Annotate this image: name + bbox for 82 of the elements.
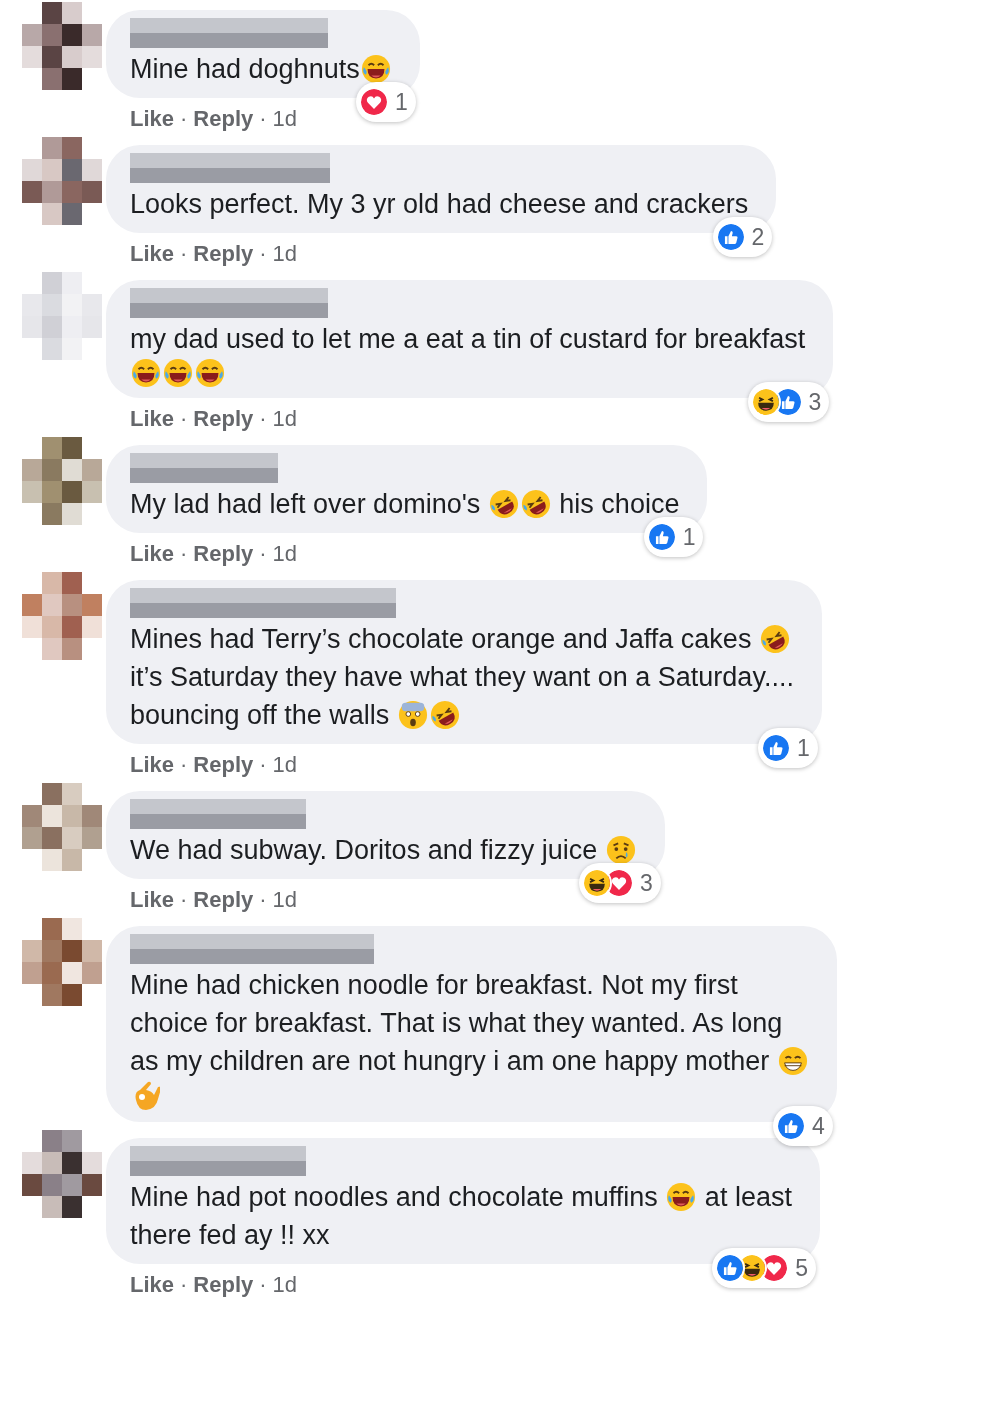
- separator-dot: ·: [259, 751, 267, 779]
- like-reaction-icon: [776, 1110, 807, 1141]
- comment-time: 1d: [272, 405, 298, 433]
- like-reaction-icon: [715, 1252, 746, 1283]
- like-link[interactable]: Like: [130, 237, 175, 270]
- reaction-count: 1: [682, 522, 696, 552]
- love-reaction-icon: [358, 86, 389, 117]
- comment-text: Mine had chicken noodle for breakfast. Not my first: [130, 969, 738, 1002]
- laughing-face-icon: [360, 54, 391, 84]
- separator-dot: ·: [180, 405, 188, 433]
- reaction-badge[interactable]: 1: [355, 81, 416, 122]
- separator-dot: ·: [180, 105, 188, 133]
- like-link[interactable]: Like: [130, 537, 175, 570]
- reaction-count: 1: [797, 733, 810, 763]
- comment-text: My lad had left over domino's: [130, 488, 482, 521]
- separator-dot: ·: [259, 1271, 267, 1299]
- laughing-face-icon: [195, 358, 225, 388]
- reaction-count: 3: [808, 387, 822, 417]
- like-link[interactable]: Like: [130, 748, 175, 781]
- grinning-face-icon: [777, 1046, 808, 1076]
- comment-time: 1d: [272, 886, 298, 914]
- separator-dot: ·: [259, 240, 267, 268]
- reply-link[interactable]: Reply: [193, 537, 254, 570]
- reaction-badge[interactable]: 3: [747, 381, 830, 422]
- laughing-face-icon: [520, 489, 551, 519]
- laughing-face-icon: [429, 700, 460, 730]
- separator-dot: ·: [180, 886, 188, 914]
- comment-text: there fed ay !! xx: [130, 1219, 330, 1252]
- like-link[interactable]: Like: [130, 1268, 175, 1301]
- laughing-face-icon: [759, 624, 790, 654]
- shocked-face-icon: [397, 700, 428, 730]
- laughing-face-icon: [488, 489, 519, 519]
- like-link[interactable]: Like: [130, 883, 175, 916]
- separator-dot: ·: [259, 105, 267, 133]
- comment-text: as my children are not hungry i am one happy mother: [130, 1045, 771, 1078]
- comment-text: Mine had pot noodles and chocolate muffins: [130, 1181, 659, 1214]
- comment-text: choice for breakfast. That is what they wanted. As long: [130, 1007, 783, 1040]
- reaction-badge[interactable]: 4: [773, 1105, 833, 1146]
- reply-link[interactable]: Reply: [193, 748, 254, 781]
- separator-dot: ·: [259, 540, 267, 568]
- reply-link[interactable]: Reply: [193, 1268, 254, 1301]
- reply-link[interactable]: Reply: [193, 883, 254, 916]
- reaction-badge[interactable]: 2: [712, 216, 773, 257]
- comment-time: 1d: [272, 1271, 298, 1299]
- separator-dot: ·: [180, 751, 188, 779]
- reaction-badge[interactable]: 5: [712, 1247, 816, 1288]
- reaction-count: 2: [751, 222, 765, 252]
- reaction-count: 1: [394, 87, 408, 117]
- like-reaction-icon: [715, 221, 746, 252]
- like-link[interactable]: Like: [130, 102, 175, 135]
- laughing-face-icon: [666, 1182, 697, 1212]
- reply-link[interactable]: Reply: [193, 402, 254, 435]
- separator-dot: ·: [259, 405, 267, 433]
- separator-dot: ·: [180, 540, 188, 568]
- reaction-badge[interactable]: 3: [578, 862, 661, 903]
- comment-time: 1d: [272, 105, 298, 133]
- reaction-count: 5: [795, 1253, 808, 1283]
- comment-text: bouncing off the walls: [130, 699, 391, 732]
- comment-time: 1d: [272, 751, 298, 779]
- comment-text: it’s Saturday they have what they want on a Saturday....: [130, 661, 794, 694]
- reaction-count: 4: [812, 1111, 825, 1141]
- haha-reaction-icon: [750, 386, 781, 417]
- comment-time: 1d: [272, 240, 298, 268]
- laughing-face-icon: [131, 358, 161, 388]
- sad-face-icon: [605, 835, 636, 865]
- comment-text: my dad used to let me a eat a tin of custard for breakfast: [130, 323, 806, 356]
- reaction-badge[interactable]: 1: [758, 727, 818, 768]
- like-reaction-icon: [646, 521, 677, 552]
- reply-link[interactable]: Reply: [193, 102, 254, 135]
- separator-dot: ·: [259, 886, 267, 914]
- like-link[interactable]: Like: [130, 402, 175, 435]
- separator-dot: ·: [180, 240, 188, 268]
- reaction-count: 3: [639, 868, 653, 898]
- haha-reaction-icon: [581, 867, 612, 898]
- comment-text: Mines had Terry’s chocolate orange and Jaffa cakes: [130, 623, 753, 656]
- comment-time: 1d: [272, 540, 298, 568]
- laughing-face-icon: [163, 358, 193, 388]
- reply-link[interactable]: Reply: [193, 237, 254, 270]
- reaction-badge[interactable]: 1: [643, 516, 704, 557]
- comment-text: at least: [703, 1181, 792, 1214]
- separator-dot: ·: [180, 1271, 188, 1299]
- like-reaction-icon: [761, 732, 792, 763]
